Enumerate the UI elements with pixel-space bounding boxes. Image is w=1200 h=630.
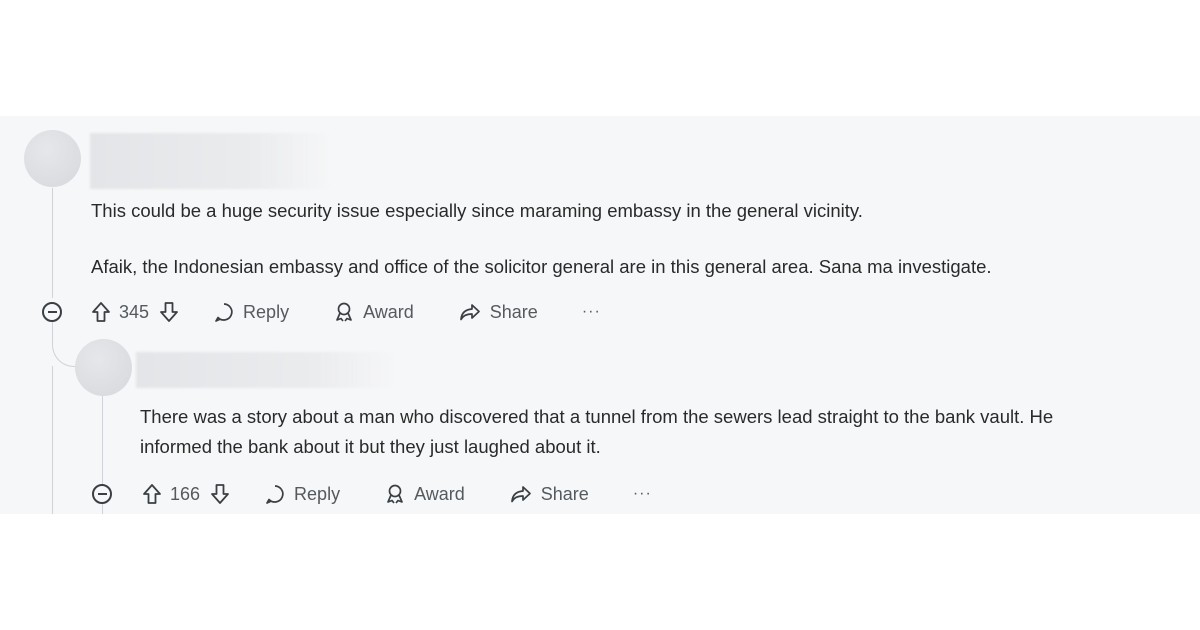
downvote-icon[interactable] <box>159 301 179 323</box>
more-options-button[interactable]: ··· <box>582 303 601 321</box>
share-icon <box>509 483 533 505</box>
share-button[interactable]: Share <box>458 301 538 323</box>
reply-label: Reply <box>294 483 341 504</box>
more-options-button[interactable]: ··· <box>633 485 652 503</box>
downvote-icon[interactable] <box>210 483 230 505</box>
comment-actions: 345 Reply Award Share ··· <box>91 297 601 327</box>
avatar[interactable] <box>75 339 132 396</box>
username-redacted <box>136 352 394 388</box>
award-icon <box>384 483 406 505</box>
award-label: Award <box>414 483 465 504</box>
comment-text: Afaik, the Indonesian embassy and office… <box>91 256 992 277</box>
share-label: Share <box>540 483 589 504</box>
thread-line <box>52 366 53 514</box>
username-redacted <box>90 133 330 189</box>
comment-actions: 166 Reply Award Share ··· <box>142 479 652 509</box>
award-icon <box>333 301 355 323</box>
vote-score: 345 <box>119 301 150 322</box>
comment-text: There was a story about a man who discov… <box>140 406 1054 457</box>
collapse-icon[interactable] <box>42 302 62 322</box>
share-label: Share <box>489 301 538 322</box>
avatar[interactable] <box>24 130 81 187</box>
comment-bubble-icon <box>264 483 286 505</box>
reply-button[interactable]: Reply <box>213 301 289 323</box>
award-button[interactable]: Award <box>384 483 465 505</box>
reply-label: Reply <box>243 301 290 322</box>
award-label: Award <box>363 301 414 322</box>
upvote-icon[interactable] <box>91 301 111 323</box>
comment-bubble-icon <box>213 301 235 323</box>
reply-button[interactable]: Reply <box>264 483 340 505</box>
upvote-icon[interactable] <box>142 483 162 505</box>
vote-score: 166 <box>170 483 201 504</box>
comment-text: This could be a huge security issue espe… <box>91 200 863 221</box>
share-button[interactable]: Share <box>509 483 589 505</box>
award-button[interactable]: Award <box>333 301 414 323</box>
share-icon <box>458 301 482 323</box>
thread-line <box>52 188 53 298</box>
collapse-icon[interactable] <box>92 484 112 504</box>
